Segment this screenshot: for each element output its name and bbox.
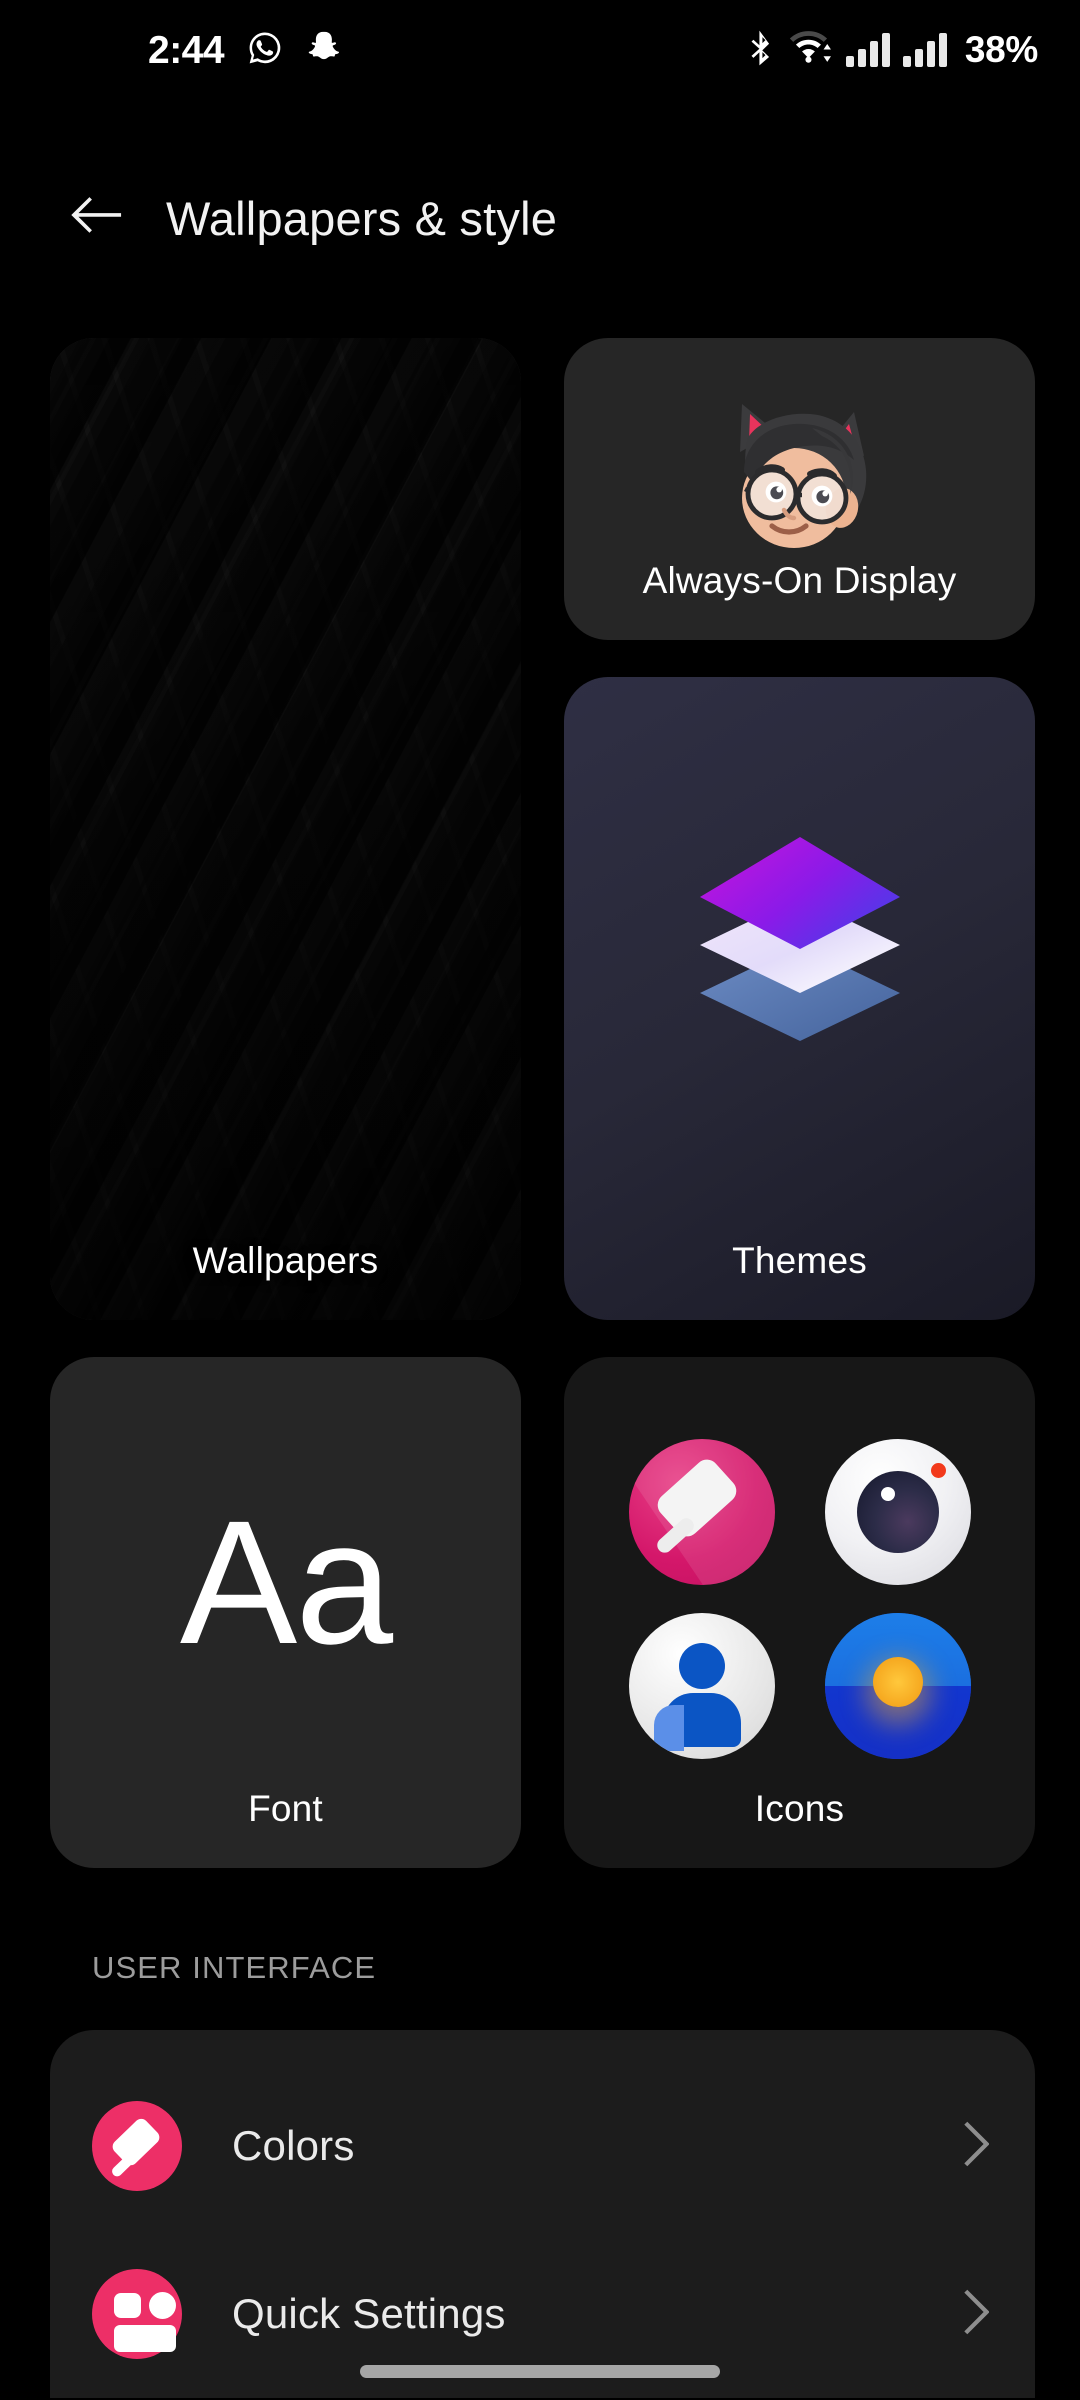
font-sample-text: Aa [179,1484,393,1681]
card-label-themes: Themes [732,1240,867,1281]
list-item-label-colors: Colors [232,2122,355,2169]
signal-sim2-icon [902,33,947,67]
stacked-layers-icon [564,825,1035,1051]
card-label-icons: Icons [754,1788,845,1829]
status-bar: 2:44 38% [0,0,1080,100]
back-button[interactable] [48,170,144,266]
avatar [564,384,1035,574]
snapchat-icon [306,29,344,72]
card-always-on-display[interactable]: Always-On Display [564,338,1035,640]
card-label-always-on-display: Always-On Display [642,560,957,601]
bluetooth-icon [746,29,776,72]
app-icon-grid [564,1439,1035,1759]
card-wallpapers[interactable]: Wallpapers [50,338,521,1320]
themes-app-icon [628,1439,775,1585]
card-label-font: Font [248,1788,323,1829]
whatsapp-icon [246,29,284,72]
signal-sim1-icon [845,33,890,67]
list-item-label-quick-settings: Quick Settings [232,2290,506,2337]
wifi-icon [789,29,833,72]
chevron-right-icon [963,2289,990,2340]
chevron-right-icon [963,2121,990,2172]
list-item-colors[interactable]: Colors [50,2062,1035,2230]
card-grid-col-left-2: Aa Font [50,1357,521,1868]
gesture-navigation-bar[interactable] [360,2365,720,2378]
card-label-wallpapers: Wallpapers [192,1240,379,1281]
user-interface-list: Colors Quick Settings [50,2030,1035,2398]
card-grid-row-1: Wallpapers Always-On Display Themes [50,338,1035,1320]
card-grid-col-right-2: Icons [564,1357,1035,1868]
card-font[interactable]: Aa Font [50,1357,521,1868]
phone-screen: 2:44 38% Wallpapers & style Wallpapers A… [0,0,1080,2400]
card-grid-row-2: Aa Font Icons [50,1357,1035,1868]
app-bar: Wallpapers & style [0,158,1080,278]
wallpaper-preview-image [50,338,521,1320]
battery-percentage: 38% [964,29,1038,70]
status-bar-right: 38% [746,29,1038,72]
card-themes[interactable]: Themes [564,677,1035,1320]
arrow-left-icon [69,193,123,244]
section-header-user-interface: USER INTERFACE [92,1950,377,1985]
contacts-app-icon [628,1613,775,1759]
page-title: Wallpapers & style [166,191,558,245]
style-card-grid: Wallpapers Always-On Display Themes Aa F… [50,338,1035,1868]
camera-app-icon [824,1439,971,1585]
card-grid-col-left: Wallpapers [50,338,521,1320]
paint-roller-icon [92,2101,182,2191]
gallery-app-icon [824,1613,971,1759]
card-icons[interactable]: Icons [564,1357,1035,1868]
card-grid-col-right: Always-On Display Themes [564,338,1035,1320]
status-clock: 2:44 [148,28,225,72]
quick-settings-tiles-icon [92,2269,182,2359]
status-bar-left: 2:44 [0,29,344,72]
